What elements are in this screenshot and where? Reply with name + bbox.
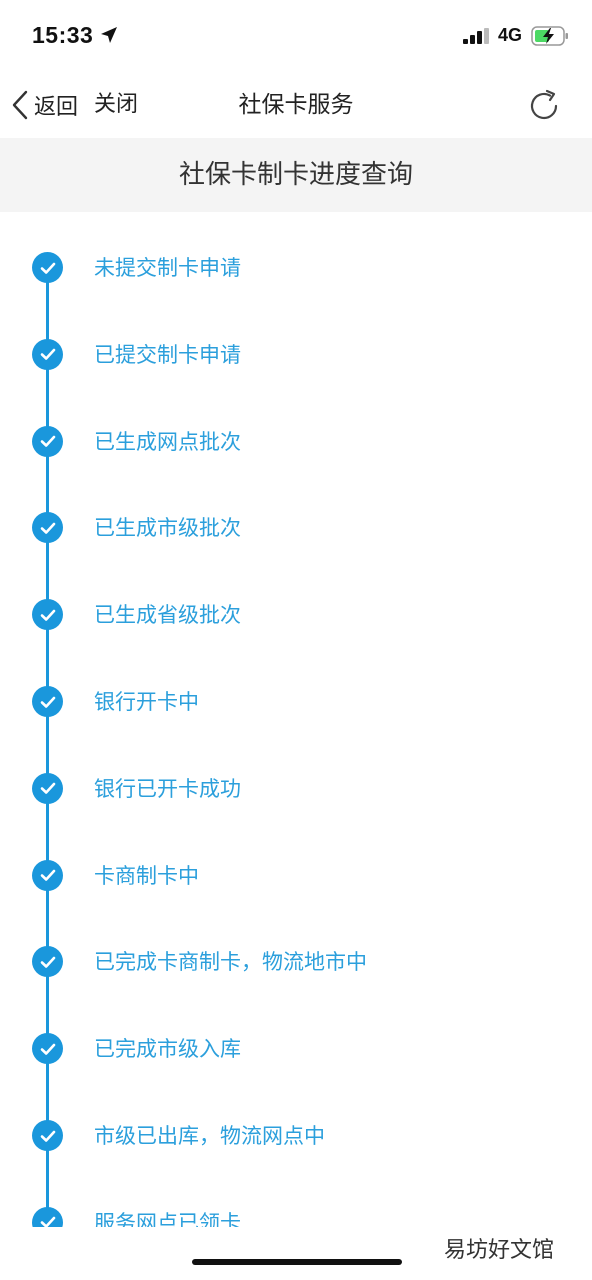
- step-label: 已完成市级入库: [94, 1037, 241, 1062]
- check-circle-icon: [32, 772, 63, 804]
- check-circle-icon: [32, 686, 63, 717]
- network-type: 4G: [498, 25, 523, 45]
- check-circle-icon: [32, 599, 63, 631]
- home-indicator[interactable]: [192, 1259, 402, 1265]
- step-label: 银行开卡中: [94, 690, 199, 714]
- status-bar: 15:33 4G: [0, 0, 592, 72]
- step-label: 已完成卡商制卡，物流地市中: [94, 950, 367, 975]
- step-label: 已生成市级批次: [94, 516, 241, 541]
- check-circle-icon: [32, 1206, 63, 1227]
- step-label: 服务网点已领卡: [94, 1210, 241, 1227]
- timeline-step: 已生成省级批次: [0, 595, 592, 635]
- timeline-step: 市级已出库，物流网点中: [0, 1116, 592, 1156]
- step-label: 已生成网点批次: [94, 429, 241, 454]
- step-label: 市级已出库，物流网点中: [94, 1124, 325, 1148]
- timeline-step: 已完成市级入库: [0, 1029, 592, 1069]
- step-label: 已提交制卡申请: [94, 342, 241, 367]
- timeline-step: 未提交制卡申请: [0, 248, 592, 288]
- status-time: 15:33: [32, 22, 94, 48]
- back-button[interactable]: 返回: [10, 86, 78, 124]
- nav-bar: 返回 关闭 社保卡服务: [0, 72, 592, 138]
- check-circle-icon: [32, 512, 63, 544]
- back-label: 返回: [34, 95, 79, 120]
- page-title: 社保卡制卡进度查询: [0, 138, 592, 212]
- signal-icon: [463, 28, 489, 44]
- check-circle-icon: [32, 1033, 63, 1065]
- check-circle-icon: [32, 859, 63, 891]
- check-circle-icon: [32, 946, 63, 978]
- step-label: 银行已开卡成功: [94, 776, 241, 801]
- check-circle-icon: [32, 425, 63, 457]
- timeline-step: 已完成卡商制卡，物流地市中: [0, 942, 592, 982]
- nav-title: 社保卡服务: [238, 92, 354, 118]
- close-button[interactable]: 关闭: [94, 86, 138, 124]
- timeline-step: 银行已开卡成功: [0, 769, 592, 809]
- check-circle-icon: [32, 338, 63, 370]
- timeline-step: 银行开卡中: [0, 682, 592, 722]
- step-label: 已生成省级批次: [94, 603, 241, 628]
- timeline-step: 服务网点已领卡: [0, 1203, 592, 1227]
- check-circle-icon: [32, 1120, 63, 1151]
- battery-charging-icon: [531, 26, 568, 46]
- timeline-line: [46, 267, 49, 1227]
- timeline-step: 已生成网点批次: [0, 422, 592, 462]
- step-label: 卡商制卡中: [94, 863, 199, 888]
- timeline-step: 已生成市级批次: [0, 508, 592, 548]
- timeline-step: 已提交制卡申请: [0, 335, 592, 375]
- watermark: 易坊好文馆: [444, 1238, 555, 1263]
- progress-timeline: 未提交制卡申请 已提交制卡申请 已生成网点批次 已生成市级批次 已生成省级批次 银行开卡中…: [0, 212, 592, 1227]
- location-arrow-icon: [101, 27, 117, 43]
- refresh-icon[interactable]: [526, 88, 562, 124]
- timeline-step: 卡商制卡中: [0, 856, 592, 896]
- chevron-left-icon: [12, 90, 28, 120]
- check-circle-icon: [32, 252, 63, 283]
- step-label: 未提交制卡申请: [94, 256, 241, 280]
